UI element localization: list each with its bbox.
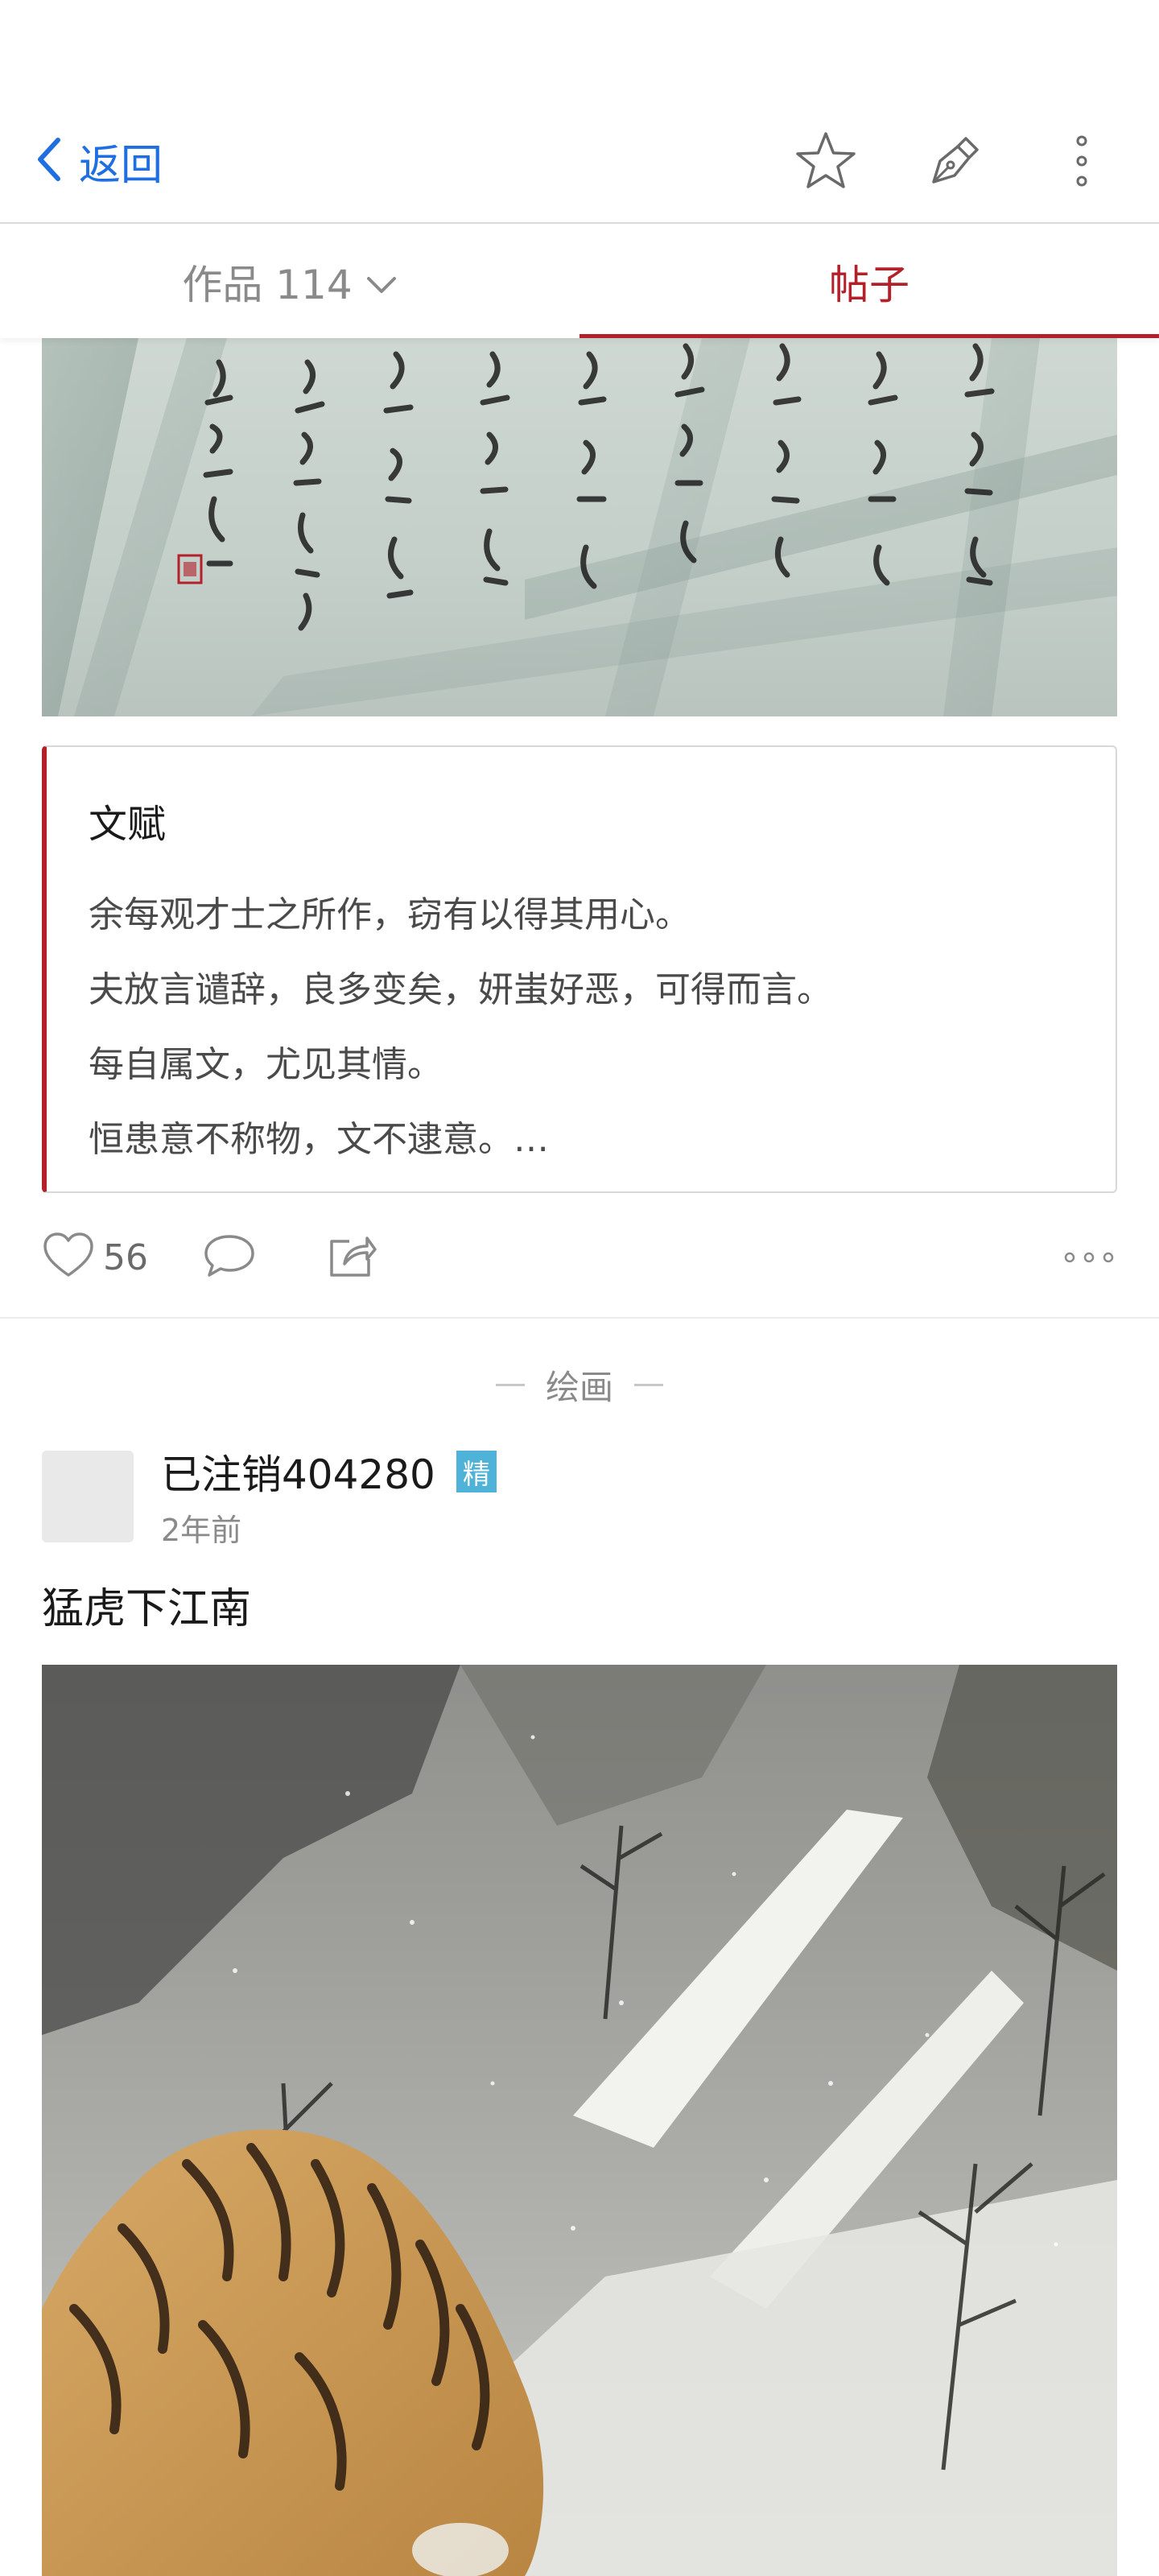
- back-button[interactable]: 返回: [35, 129, 163, 193]
- quote-title: 文赋: [89, 802, 167, 847]
- pen-icon[interactable]: [921, 127, 988, 195]
- comment-button[interactable]: [201, 1224, 258, 1291]
- share-icon: [327, 1232, 378, 1283]
- avatar[interactable]: [42, 1451, 134, 1542]
- quote-line: 恒患意不称物，文不逮意。…: [89, 1119, 549, 1160]
- top-bar: 返回: [0, 0, 1159, 224]
- quote-line: 余每观才士之所作，窃有以得其用心。: [89, 894, 691, 935]
- calligraphy-image[interactable]: [42, 338, 1117, 716]
- tab-bar: 作品 114 帖子: [0, 225, 1159, 338]
- like-count: 56: [103, 1236, 148, 1278]
- comment-icon: [201, 1232, 258, 1283]
- dash-right: [634, 1383, 663, 1386]
- tab-works[interactable]: 作品 114: [0, 225, 580, 338]
- tab-posts[interactable]: 帖子: [580, 225, 1159, 338]
- tab-works-label: 作品 114: [182, 262, 353, 308]
- tiger-painting-image[interactable]: [42, 1665, 1117, 2576]
- dash-left: [495, 1383, 525, 1386]
- chevron-down-icon: [365, 258, 398, 305]
- like-button[interactable]: 56: [42, 1224, 148, 1291]
- quote-card[interactable]: 文赋 余每观才士之所作，窃有以得其用心。 夫放言谴辞，良多变矣，妍蚩好恶，可得而…: [42, 745, 1117, 1193]
- section-divider: [0, 1317, 1159, 1319]
- more-vertical-icon[interactable]: [1048, 127, 1116, 195]
- section-label: 绘画: [0, 1352, 1159, 1417]
- heart-icon: [42, 1232, 95, 1283]
- tab-posts-label: 帖子: [829, 262, 909, 308]
- section-label-text: 绘画: [545, 1367, 613, 1407]
- post-time: 2年前: [161, 1513, 242, 1548]
- post-actions: 56: [42, 1224, 1117, 1291]
- featured-badge: 精: [456, 1451, 497, 1492]
- post-title[interactable]: 猛虎下江南: [42, 1575, 251, 1635]
- more-horizontal-icon[interactable]: [1064, 1224, 1114, 1291]
- post-author[interactable]: 已注销404280 精: [161, 1443, 497, 1501]
- back-label: 返回: [79, 141, 163, 190]
- chevron-left-icon: [35, 135, 63, 187]
- username: 已注销404280: [161, 1451, 435, 1498]
- star-icon[interactable]: [792, 127, 860, 195]
- quote-line: 夫放言谴辞，良多变矣，妍蚩好恶，可得而言。: [89, 969, 832, 1010]
- share-button[interactable]: [327, 1224, 378, 1291]
- quote-line: 每自属文，尤见其情。: [89, 1044, 443, 1085]
